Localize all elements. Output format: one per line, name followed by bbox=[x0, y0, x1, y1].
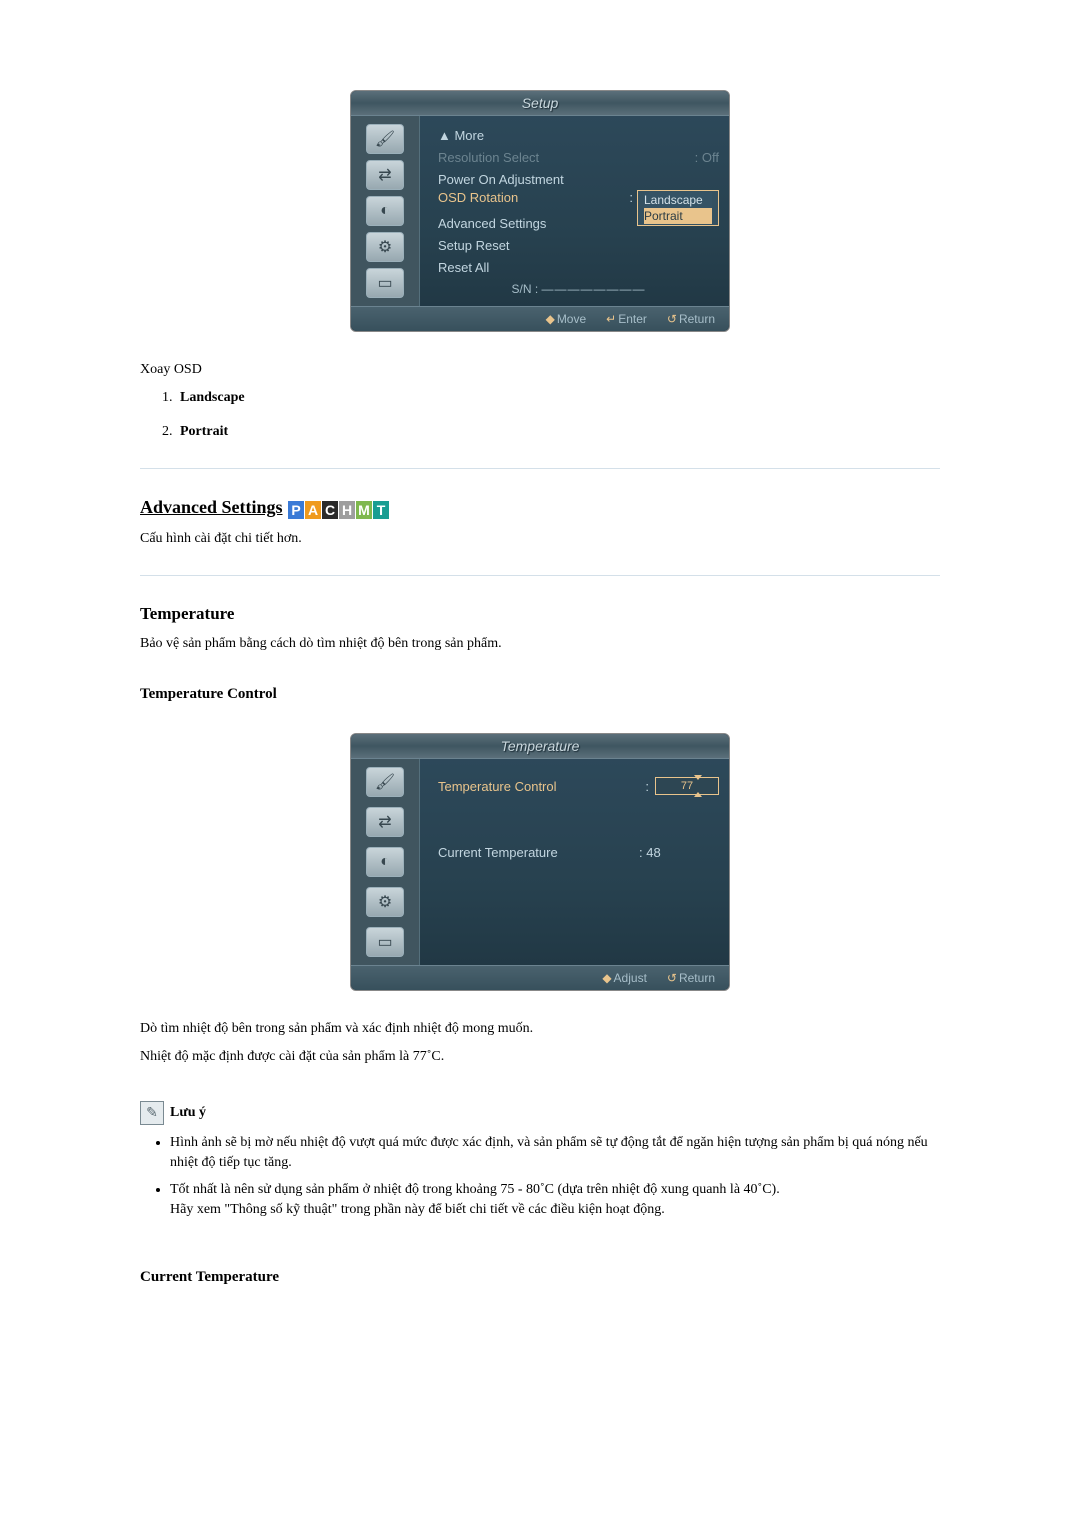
note-list: Hình ảnh sẽ bị mờ nếu nhiệt độ vượt quá … bbox=[170, 1133, 940, 1219]
osd-rotation-enum: Landscape Portrait bbox=[170, 390, 940, 440]
brush-icon[interactable]: 🖌 bbox=[366, 767, 404, 797]
osd-temperature-panel: Temperature 🖌 ⇄ ◐ ⚙ ▭ Temperature Contro… bbox=[350, 733, 730, 991]
osd-temperature-main: Temperature Control : 77 Current Tempera… bbox=[420, 759, 729, 965]
return-hint: ↺Return bbox=[667, 971, 715, 985]
osd-setup-footer: ◆Move ↵Enter ↺Return bbox=[351, 306, 729, 331]
more-item[interactable]: ▲ More bbox=[438, 128, 484, 143]
badge-m: M bbox=[356, 501, 372, 519]
dropdown-option-landscape[interactable]: Landscape bbox=[644, 192, 712, 208]
osd-setup-panel: Setup 🖌 ⇄ ◐ ⚙ ▭ ▲ More Resolution Select… bbox=[350, 90, 730, 332]
temp-desc-1: Dò tìm nhiệt độ bên trong sản phẩm và xá… bbox=[140, 1021, 940, 1037]
badge-t: T bbox=[373, 501, 389, 519]
adjust-icon: ◆ bbox=[602, 971, 611, 985]
return-icon: ↺ bbox=[667, 312, 677, 326]
osd-setup-main: ▲ More Resolution Select : Off Power On … bbox=[420, 116, 729, 306]
screen-icon[interactable]: ▭ bbox=[366, 268, 404, 298]
temperature-slider[interactable]: 77 bbox=[655, 777, 719, 795]
note-heading: ✎ Lưu ý bbox=[140, 1101, 940, 1125]
screen-icon[interactable]: ▭ bbox=[366, 927, 404, 957]
slider-icon[interactable]: ⇄ bbox=[366, 807, 404, 837]
adv-settings-desc: Cấu hình cài đặt chi tiết hơn. bbox=[140, 531, 940, 547]
return-hint: ↺Return bbox=[667, 312, 715, 326]
temperature-control-heading: Temperature Control bbox=[140, 686, 940, 703]
advanced-settings-item[interactable]: Advanced Settings bbox=[438, 216, 546, 231]
osd-temperature-body: 🖌 ⇄ ◐ ⚙ ▭ Temperature Control : 77 bbox=[351, 759, 729, 965]
badge-a: A bbox=[305, 501, 321, 519]
enter-hint: ↵Enter bbox=[606, 312, 647, 326]
osd-temperature-title: Temperature bbox=[351, 734, 729, 759]
clock-icon[interactable]: ◐ bbox=[366, 847, 404, 877]
power-on-adj-item[interactable]: Power On Adjustment bbox=[438, 172, 564, 187]
move-hint: ◆Move bbox=[546, 312, 587, 326]
current-temperature-value: : 48 bbox=[639, 845, 719, 860]
osd-rotation-sep: : bbox=[629, 190, 633, 205]
serial-number-value: ———————— bbox=[542, 282, 646, 296]
temperature-control-sep: : bbox=[645, 779, 649, 794]
mode-badges: P A C H M T bbox=[288, 501, 389, 519]
osd-sidebar: 🖌 ⇄ ◐ ⚙ ▭ bbox=[351, 759, 420, 965]
dropdown-option-portrait[interactable]: Portrait bbox=[644, 208, 712, 224]
temperature-control-item[interactable]: Temperature Control bbox=[438, 779, 557, 794]
brush-icon[interactable]: 🖌 bbox=[366, 124, 404, 154]
current-temperature-heading: Current Temperature bbox=[140, 1269, 940, 1286]
badge-p: P bbox=[288, 501, 304, 519]
note-icon: ✎ bbox=[140, 1101, 164, 1125]
note-title: Lưu ý bbox=[170, 1105, 206, 1121]
current-temperature-item: Current Temperature bbox=[438, 845, 558, 860]
slider-down-icon bbox=[694, 792, 702, 797]
osd-rotation-dropdown[interactable]: Landscape Portrait bbox=[637, 190, 719, 226]
setup-reset-item[interactable]: Setup Reset bbox=[438, 238, 510, 253]
osd-setup-body: 🖌 ⇄ ◐ ⚙ ▭ ▲ More Resolution Select : Off… bbox=[351, 116, 729, 306]
divider bbox=[140, 468, 940, 469]
resolution-select-item: Resolution Select bbox=[438, 150, 539, 165]
clock-icon[interactable]: ◐ bbox=[366, 196, 404, 226]
temperature-heading: Temperature bbox=[140, 604, 940, 624]
resolution-select-value: : Off bbox=[695, 150, 719, 165]
gear-icon[interactable]: ⚙ bbox=[366, 232, 404, 262]
serial-number-label: S/N : bbox=[511, 282, 541, 296]
xoay-osd-label: Xoay OSD bbox=[140, 362, 940, 378]
gear-icon[interactable]: ⚙ bbox=[366, 887, 404, 917]
reset-all-item[interactable]: Reset All bbox=[438, 260, 489, 275]
enter-icon: ↵ bbox=[606, 312, 616, 326]
divider bbox=[140, 575, 940, 576]
temp-desc-2: Nhiệt độ mặc định được cài đặt của sản p… bbox=[140, 1049, 940, 1065]
return-icon: ↺ bbox=[667, 971, 677, 985]
enum-landscape: Landscape bbox=[180, 390, 245, 405]
osd-setup-title: Setup bbox=[351, 91, 729, 116]
badge-h: H bbox=[339, 501, 355, 519]
temperature-desc: Bảo vệ sản phẩm bằng cách dò tìm nhiệt đ… bbox=[140, 636, 940, 652]
enum-portrait: Portrait bbox=[180, 424, 228, 439]
note-item-1: Hình ảnh sẽ bị mờ nếu nhiệt độ vượt quá … bbox=[170, 1133, 940, 1172]
note-item-2: Tốt nhất là nên sử dụng sản phẩm ở nhiệt… bbox=[170, 1180, 940, 1219]
osd-temperature-footer: ◆Adjust ↺Return bbox=[351, 965, 729, 990]
advanced-settings-heading: Advanced Settings bbox=[140, 497, 283, 518]
temperature-slider-value: 77 bbox=[656, 778, 718, 794]
badge-c: C bbox=[322, 501, 338, 519]
slider-icon[interactable]: ⇄ bbox=[366, 160, 404, 190]
adjust-hint: ◆Adjust bbox=[602, 971, 647, 985]
move-icon: ◆ bbox=[546, 312, 555, 326]
osd-sidebar: 🖌 ⇄ ◐ ⚙ ▭ bbox=[351, 116, 420, 306]
osd-rotation-item[interactable]: OSD Rotation bbox=[438, 190, 518, 205]
